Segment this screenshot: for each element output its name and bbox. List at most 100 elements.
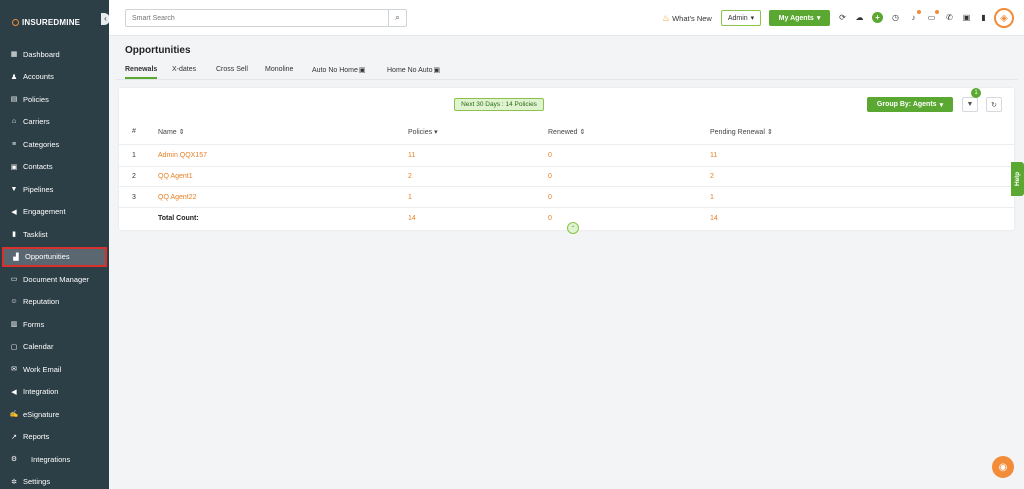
pending-renewal-link[interactable]: 2 [710,173,714,180]
total-renewed[interactable]: 0 [548,215,552,222]
renewed-count-link[interactable]: 0 [548,173,552,180]
carriers-icon: ⌂ [11,118,17,125]
pending-renewal-link[interactable]: 11 [710,152,717,159]
agent-name-link[interactable]: QQ Agent1 [158,173,193,180]
tasklist-icon: ▮ [12,231,16,238]
agent-name-link[interactable]: QQ Agent22 [158,194,197,201]
next-30-days-badge[interactable]: Next 30 Days : 14 Policies [454,98,544,111]
sidebar-item-settings[interactable]: ✲ Settings [2,472,107,489]
opportunities-icon: ▟ [13,253,19,261]
sidebar-item-label: Pipelines [23,184,54,194]
column-header[interactable]: Name ⇕ [158,128,184,136]
admin-select[interactable]: Admin ▾ [721,10,761,26]
sidebar-item-label: Reports [23,432,50,441]
help-tab[interactable]: Help [1011,162,1024,196]
renewed-count-link[interactable]: 0 [548,152,552,159]
agent-name-link[interactable]: Admin QQX157 [158,152,207,159]
renewed-count-link[interactable]: 0 [548,194,552,201]
column-header[interactable]: Pending Renewal ⇕ [710,128,773,136]
chip-icon: ▣ [433,67,441,74]
row-divider [119,144,1014,145]
esignature-icon: ✍ [9,411,19,418]
document-icon[interactable]: ▮ [978,12,989,23]
chat-button[interactable]: ◉ [992,456,1014,478]
sidebar-item-esignature[interactable]: ✍ eSignature [2,404,107,424]
sidebar-item-work-email[interactable]: ✉ Work Email [2,359,107,379]
column-header[interactable]: Policies ▾ [408,128,438,136]
tab-cross-sell[interactable]: Cross Sell [216,66,248,77]
engagement-icon: ◀ [11,208,17,216]
sidebar-item-carriers[interactable]: ⌂ Carriers [2,112,107,132]
sidebar-item-contacts[interactable]: ▣ Contacts [2,157,107,177]
tab-monoline[interactable]: Monoline [265,66,293,77]
add-icon[interactable]: + [872,12,883,23]
sidebar-item-calendar[interactable]: ▢ Calendar [2,337,107,357]
chevron-left-icon: ‹ [104,14,107,23]
search-input[interactable] [126,10,388,26]
row-number: 3 [132,194,136,201]
message-icon[interactable]: ▭ [926,10,939,23]
cloud-icon[interactable]: ☁ [854,12,865,23]
bell-icon[interactable]: ♪ [908,10,921,23]
row-divider [119,207,1014,208]
sidebar-item-categories[interactable]: ≡ Categories [2,134,107,154]
total-pending[interactable]: 14 [710,215,718,222]
sidebar-item-tasklist[interactable]: ▮ Tasklist [2,224,107,244]
integration-icon: ◀ [11,388,17,396]
sync-icon[interactable]: ⟳ [837,12,848,23]
sidebar-item-forms[interactable]: ▥ Forms [2,314,107,334]
accounts-icon: ♟ [10,73,18,81]
avatar[interactable]: ◈ [994,8,1014,28]
chevron-down-icon: ▾ [750,15,755,22]
sidebar-item-engagement[interactable]: ◀ Engagement [2,202,107,222]
sidebar-item-integrations[interactable]: ⚙ Integrations [2,449,107,469]
scroll-top-button[interactable]: ⌃ [567,222,579,234]
tab-x-dates[interactable]: X-dates [172,66,196,77]
sidebar-item-reports[interactable]: ↗ Reports [2,427,107,447]
column-header[interactable]: Renewed ⇕ [548,128,585,136]
sidebar-item-label: Tasklist [23,229,48,239]
sidebar-item-integration[interactable]: ◀ Integration [2,382,107,402]
sidebar-item-label: Integration [23,387,59,396]
tab-label: X-dates [172,66,197,73]
filter-button[interactable]: ▼ [962,97,978,112]
notification-dot [935,10,939,14]
sidebar-item-label: Engagement [23,207,66,216]
sidebar-item-accounts[interactable]: ♟ Accounts [2,67,107,87]
sidebar-item-document-manager[interactable]: ▭ Document Manager [2,269,107,289]
group-by-button[interactable]: Group By: Agents ▾ [867,97,953,112]
clock-icon[interactable]: ◷ [890,12,901,23]
sidebar: INSUREDMINE ▦ Dashboard ♟ Accounts ▤ Policies… [0,0,109,489]
settings-icon: ✲ [11,478,17,486]
sidebar-item-pipelines[interactable]: ▼ Pipelines [2,179,107,199]
total-policies[interactable]: 14 [408,215,416,222]
pending-renewal-link[interactable]: 1 [710,194,714,201]
my-agents-button[interactable]: My Agents ▾ [769,10,830,26]
sidebar-item-label: Integrations [31,454,71,464]
tab-renewals[interactable]: Renewals [125,66,158,79]
sidebar-item-policies[interactable]: ▤ Policies [2,89,107,109]
tab-home-no-auto[interactable]: Home No Auto▣ [387,66,440,78]
refresh-icon: ↻ [991,101,997,109]
policies-icon: ▤ [10,96,18,103]
chip-icon[interactable]: ▣ [961,12,972,23]
forms-icon: ▥ [10,321,18,328]
policies-count-link[interactable]: 11 [408,152,415,159]
sidebar-item-label: Policies [23,94,49,104]
calendar-icon: ▢ [10,343,18,351]
whats-new-link[interactable]: ♨ What's New [662,13,712,24]
logo[interactable]: INSUREDMINE [12,18,80,27]
policies-count-link[interactable]: 2 [408,173,412,180]
sidebar-item-dashboard[interactable]: ▦ Dashboard [2,44,107,64]
sidebar-item-label: Work Email [23,364,62,374]
page-title: Opportunities [125,45,191,56]
sidebar-item-reputation[interactable]: ☺ Reputation [2,292,107,312]
phone-icon[interactable]: ✆ [944,12,955,23]
search-icon[interactable]: ⌕ [388,10,406,26]
sidebar-item-opportunities[interactable]: ▟ Opportunities [2,246,107,267]
logo-suffix: MINE [59,18,81,27]
policies-count-link[interactable]: 1 [408,194,412,201]
row-divider [119,166,1014,167]
tab-auto-no-home[interactable]: Auto No Home▣ [312,66,366,78]
refresh-button[interactable]: ↻ [986,97,1002,112]
